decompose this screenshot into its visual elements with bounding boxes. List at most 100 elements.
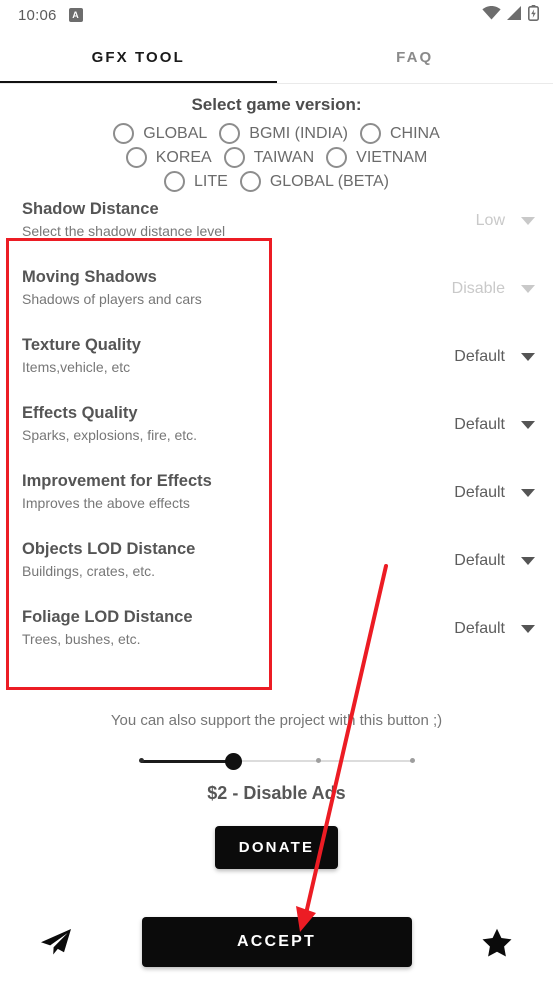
radio-bgmi-india[interactable]: BGMI (INDIA)	[219, 123, 348, 144]
setting-row-objects-lod-distance[interactable]: Objects LOD Distance Buildings, crates, …	[22, 538, 535, 606]
setting-subtitle: Shadows of players and cars	[22, 291, 202, 307]
setting-dropdown-effects-quality[interactable]: Default	[449, 416, 535, 434]
radio-circle-icon	[113, 123, 135, 144]
star-icon[interactable]	[477, 922, 517, 962]
donate-button-wrap: DONATE	[0, 826, 553, 869]
radio-circle-icon	[164, 171, 186, 192]
setting-texts: Objects LOD Distance Buildings, crates, …	[22, 538, 449, 581]
version-radio-row-2: KOREA TAIWAN VIETNAM	[0, 147, 553, 168]
setting-title: Objects LOD Distance	[22, 540, 196, 558]
setting-value-label: Default	[454, 620, 505, 637]
setting-dropdown-texture-quality[interactable]: Default	[449, 348, 535, 366]
game-version-selector: Select game version: GLOBAL BGMI (INDIA)…	[0, 84, 553, 192]
radio-taiwan[interactable]: TAIWAN	[223, 147, 315, 168]
tab-gfx-tool-label: GFX TOOL	[91, 48, 185, 66]
chevron-down-icon	[521, 421, 535, 429]
radio-vietnam[interactable]: VIETNAM	[326, 147, 427, 168]
radio-korea[interactable]: KOREA	[125, 147, 212, 168]
setting-value-label: Low	[475, 212, 505, 229]
status-bar-left: 10:06 A	[18, 7, 83, 24]
setting-row-effects-quality[interactable]: Effects Quality Sparks, explosions, fire…	[22, 402, 535, 470]
notification-badge-icon: A	[68, 8, 83, 22]
slider-tick	[139, 758, 144, 763]
battery-charging-icon	[528, 4, 539, 26]
status-bar: 10:06 A	[0, 0, 553, 30]
tab-faq-label: FAQ	[396, 48, 434, 66]
chevron-down-icon	[521, 353, 535, 361]
setting-subtitle: Sparks, explosions, fire, etc.	[22, 427, 198, 443]
setting-row-improvement-for-effects[interactable]: Improvement for Effects Improves the abo…	[22, 470, 535, 538]
radio-circle-icon	[239, 171, 261, 192]
version-radio-row-1: GLOBAL BGMI (INDIA) CHINA	[0, 123, 553, 144]
setting-value-label: Disable	[451, 280, 505, 297]
bottom-bar: ACCEPT	[0, 910, 553, 974]
paper-plane-icon[interactable]	[36, 922, 76, 962]
support-project-text: You can also support the project with th…	[110, 712, 443, 729]
chevron-down-icon	[521, 217, 535, 225]
setting-title: Improvement for Effects	[22, 472, 212, 490]
setting-subtitle: Trees, bushes, etc.	[22, 631, 141, 647]
radio-korea-label: KOREA	[155, 148, 212, 166]
setting-texts: Texture Quality Items,vehicle, etc	[22, 334, 449, 377]
slider-thumb[interactable]	[225, 753, 242, 770]
radio-global[interactable]: GLOBAL	[113, 123, 207, 144]
radio-china[interactable]: CHINA	[359, 123, 440, 144]
radio-lite[interactable]: LITE	[164, 171, 228, 192]
setting-dropdown-objects-lod-distance[interactable]: Default	[449, 552, 535, 570]
radio-global-label: GLOBAL	[143, 124, 208, 142]
setting-dropdown-improvement-for-effects[interactable]: Default	[449, 484, 535, 502]
setting-row-moving-shadows[interactable]: Moving Shadows Shadows of players and ca…	[22, 266, 535, 334]
setting-subtitle: Select the shadow distance level	[22, 223, 226, 239]
donation-slider[interactable]	[0, 741, 553, 781]
setting-title: Shadow Distance	[22, 200, 159, 218]
donation-price-label: $2 - Disable Ads	[207, 783, 346, 803]
setting-value-label: Default	[454, 552, 505, 569]
setting-texts: Shadow Distance Select the shadow distan…	[22, 198, 449, 241]
setting-dropdown-shadow-distance[interactable]: Low	[449, 212, 535, 230]
radio-bgmi-india-label: BGMI (INDIA)	[249, 124, 348, 142]
radio-circle-icon	[223, 147, 245, 168]
slider-tick	[316, 758, 321, 763]
tab-bar-divider	[0, 83, 553, 84]
status-time: 10:06	[18, 6, 57, 24]
radio-global-beta-label: GLOBAL (BETA)	[269, 172, 389, 190]
setting-row-shadow-distance[interactable]: Shadow Distance Select the shadow distan…	[22, 198, 535, 266]
radio-global-beta[interactable]: GLOBAL (BETA)	[239, 171, 389, 192]
slider-fill	[141, 760, 233, 763]
status-bar-right	[482, 4, 539, 26]
setting-row-texture-quality[interactable]: Texture Quality Items,vehicle, etc Defau…	[22, 334, 535, 402]
setting-subtitle: Items,vehicle, etc	[22, 359, 131, 375]
setting-row-foliage-lod-distance[interactable]: Foliage LOD Distance Trees, bushes, etc.…	[22, 606, 535, 674]
radio-china-label: CHINA	[389, 124, 440, 142]
tab-bar: GFX TOOL FAQ	[0, 30, 553, 84]
radio-lite-label: LITE	[194, 172, 228, 190]
setting-value-label: Default	[454, 348, 505, 365]
radio-circle-icon	[219, 123, 241, 144]
setting-dropdown-moving-shadows[interactable]: Disable	[449, 280, 535, 298]
radio-circle-icon	[125, 147, 147, 168]
chevron-down-icon	[521, 489, 535, 497]
setting-value-label: Default	[454, 416, 505, 433]
chevron-down-icon	[521, 285, 535, 293]
accept-button[interactable]: ACCEPT	[141, 917, 412, 967]
setting-texts: Effects Quality Sparks, explosions, fire…	[22, 402, 449, 445]
wifi-icon	[482, 5, 501, 25]
radio-circle-icon	[359, 123, 381, 144]
version-radio-row-3: LITE GLOBAL (BETA)	[0, 171, 553, 192]
setting-title: Effects Quality	[22, 404, 138, 422]
chevron-down-icon	[521, 557, 535, 565]
setting-title: Texture Quality	[22, 336, 141, 354]
tab-gfx-tool[interactable]: GFX TOOL	[0, 30, 277, 84]
donate-button[interactable]: DONATE	[214, 826, 339, 869]
radio-taiwan-label: TAIWAN	[253, 148, 315, 166]
radio-circle-icon	[326, 147, 348, 168]
radio-vietnam-label: VIETNAM	[356, 148, 428, 166]
select-game-version-title: Select game version:	[191, 95, 362, 114]
setting-texts: Moving Shadows Shadows of players and ca…	[22, 266, 449, 309]
setting-texts: Improvement for Effects Improves the abo…	[22, 470, 449, 513]
tab-faq[interactable]: FAQ	[277, 30, 553, 84]
chevron-down-icon	[521, 625, 535, 633]
setting-subtitle: Buildings, crates, etc.	[22, 563, 156, 579]
signal-icon	[507, 5, 522, 25]
setting-dropdown-foliage-lod-distance[interactable]: Default	[449, 620, 535, 638]
